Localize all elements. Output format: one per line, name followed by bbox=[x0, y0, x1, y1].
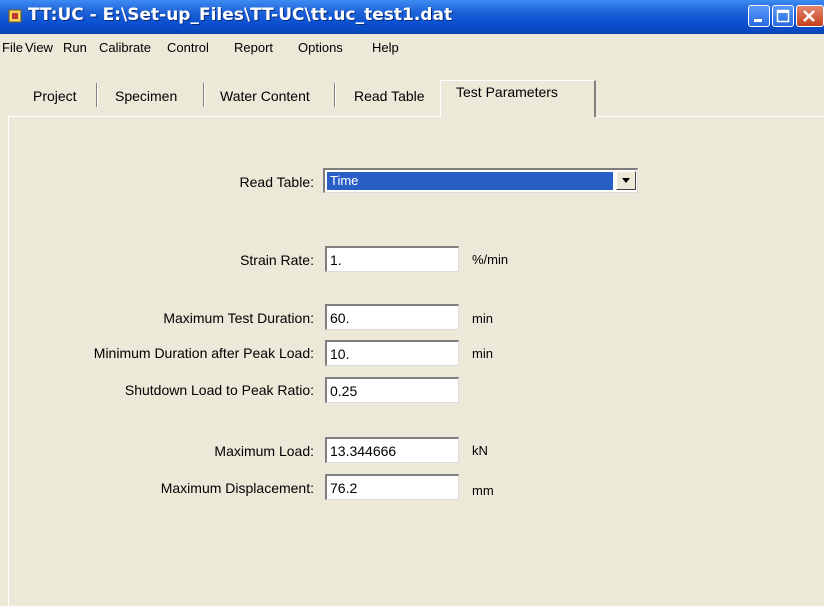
menu-run[interactable]: Run bbox=[63, 40, 87, 55]
app-icon[interactable] bbox=[7, 8, 23, 24]
read-table-selected-value: Time bbox=[327, 172, 613, 190]
min-duration-after-peak-field[interactable]: 10. bbox=[325, 340, 459, 366]
read-table-select[interactable]: Time bbox=[323, 168, 638, 193]
max-displacement-label: Maximum Displacement: bbox=[160, 480, 314, 496]
app-window: TT:UC - E:\Set-up_Files\TT-UC\tt.uc_test… bbox=[0, 0, 824, 606]
window-title: TT:UC - E:\Set-up_Files\TT-UC\tt.uc_test… bbox=[28, 5, 453, 25]
menu-options[interactable]: Options bbox=[298, 40, 343, 55]
menu-bar: File View Run Calibrate Control Report O… bbox=[0, 34, 824, 60]
title-bar[interactable]: TT:UC - E:\Set-up_Files\TT-UC\tt.uc_test… bbox=[0, 0, 824, 34]
maximize-icon bbox=[776, 9, 790, 23]
menu-help[interactable]: Help bbox=[372, 40, 399, 55]
read-table-label: Read Table: bbox=[239, 174, 314, 190]
menu-file[interactable]: File bbox=[2, 40, 23, 55]
strain-rate-label: Strain Rate: bbox=[240, 252, 314, 268]
menu-calibrate[interactable]: Calibrate bbox=[99, 40, 151, 55]
menu-control[interactable]: Control bbox=[167, 40, 209, 55]
min-duration-after-peak-label: Minimum Duration after Peak Load: bbox=[93, 345, 314, 361]
tab-divider bbox=[203, 83, 205, 107]
tab-water-content[interactable]: Water Content bbox=[220, 88, 310, 104]
tab-project[interactable]: Project bbox=[33, 88, 77, 104]
shutdown-ratio-label: Shutdown Load to Peak Ratio: bbox=[124, 382, 314, 398]
strain-rate-unit: %/min bbox=[472, 252, 509, 267]
min-duration-after-peak-unit: min bbox=[472, 346, 493, 361]
chevron-down-icon bbox=[622, 178, 630, 183]
tab-divider bbox=[334, 83, 336, 107]
tab-read-table[interactable]: Read Table bbox=[354, 88, 425, 104]
max-load-label: Maximum Load: bbox=[214, 443, 314, 459]
minimize-button[interactable] bbox=[748, 5, 770, 27]
maximize-button[interactable] bbox=[772, 5, 794, 27]
tab-test-parameters-label: Test Parameters bbox=[456, 84, 558, 100]
tab-divider bbox=[96, 83, 98, 107]
strain-rate-field[interactable]: 1. bbox=[325, 246, 459, 272]
max-test-duration-label: Maximum Test Duration: bbox=[163, 310, 314, 326]
shutdown-ratio-field[interactable]: 0.25 bbox=[325, 377, 459, 403]
max-load-unit: kN bbox=[472, 443, 488, 458]
tab-specimen[interactable]: Specimen bbox=[115, 88, 177, 104]
max-load-field[interactable]: 13.344666 bbox=[325, 437, 459, 463]
max-displacement-field[interactable]: 76.2 bbox=[325, 474, 459, 500]
close-icon bbox=[803, 10, 815, 22]
close-button[interactable] bbox=[796, 5, 824, 27]
max-displacement-unit: mm bbox=[472, 483, 494, 498]
max-test-duration-unit: min bbox=[472, 311, 493, 326]
menu-view[interactable]: View bbox=[25, 40, 53, 55]
menu-report[interactable]: Report bbox=[234, 40, 273, 55]
dropdown-button[interactable] bbox=[616, 171, 636, 190]
max-test-duration-field[interactable]: 60. bbox=[325, 304, 459, 330]
minimize-icon bbox=[754, 19, 762, 22]
